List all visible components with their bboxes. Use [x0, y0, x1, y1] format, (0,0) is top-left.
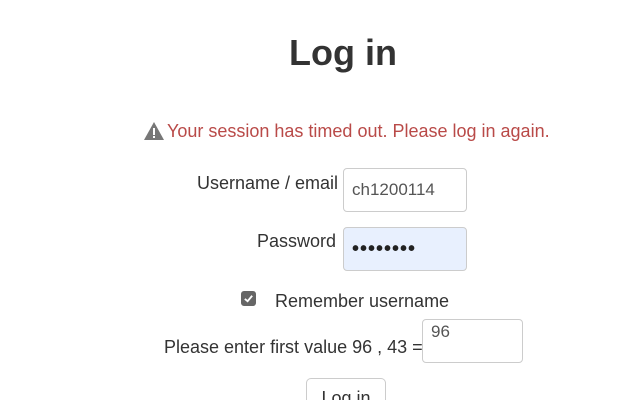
warning-icon [143, 120, 165, 142]
checkmark-icon [244, 295, 253, 303]
session-timeout-alert: Your session has timed out. Please log i… [143, 120, 550, 142]
page-title: Log in [289, 32, 397, 73]
captcha-label: Please enter first value 96 , 43 = [164, 337, 423, 357]
alert-message: Your session has timed out. Please log i… [167, 120, 550, 141]
username-label: Username / email [197, 173, 339, 193]
username-input[interactable] [343, 168, 467, 212]
password-input[interactable] [343, 227, 467, 271]
captcha-input[interactable] [422, 319, 523, 363]
login-button[interactable]: Log in [306, 378, 386, 400]
password-label: Password [257, 231, 337, 251]
remember-username-checkbox[interactable] [241, 291, 256, 306]
remember-username-label[interactable]: Remember username [275, 291, 449, 312]
login-page: Log in Your session has timed out. Pleas… [0, 0, 640, 400]
